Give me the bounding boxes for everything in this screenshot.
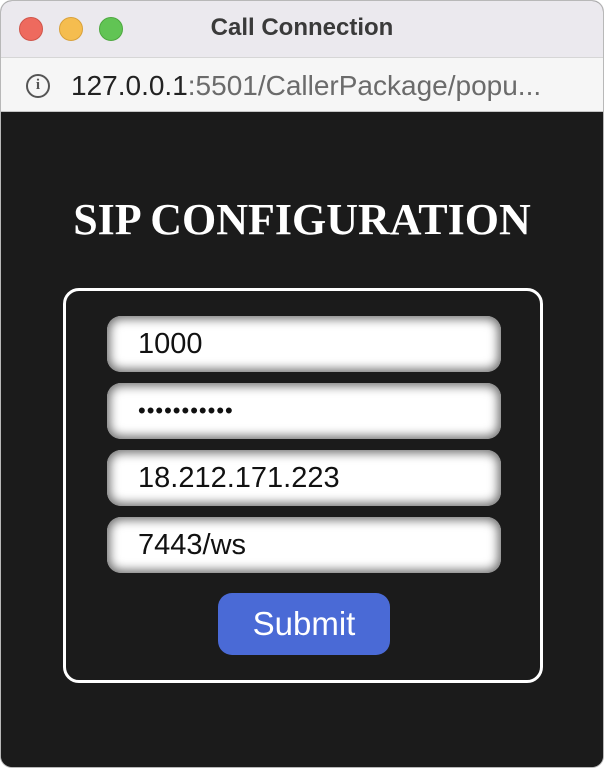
sip-config-form: 1000 ••••••••••• 18.212.171.223 7443/ws …	[63, 288, 543, 683]
page-content: SIP CONFIGURATION 1000 ••••••••••• 18.21…	[1, 112, 603, 767]
info-icon[interactable]: i	[26, 74, 50, 98]
url-path: :5501/CallerPackage/popu...	[187, 70, 542, 101]
window-title: Call Connection	[210, 14, 394, 41]
url-host: 127.0.0.1	[71, 70, 188, 101]
page-title: SIP CONFIGURATION	[73, 195, 531, 244]
url-text[interactable]: 127.0.0.1:5501/CallerPackage/popu...	[71, 70, 541, 102]
title-bar: Call Connection	[1, 1, 603, 57]
extension-input[interactable]: 1000	[107, 316, 501, 372]
browser-window: Call Connection i 127.0.0.1:5501/CallerP…	[0, 0, 604, 768]
server-input[interactable]: 18.212.171.223	[107, 450, 501, 506]
password-input[interactable]: •••••••••••	[107, 383, 501, 439]
port-input[interactable]: 7443/ws	[107, 517, 501, 573]
submit-button[interactable]: Submit	[218, 593, 390, 655]
address-bar[interactable]: i 127.0.0.1:5501/CallerPackage/popu...	[1, 57, 603, 112]
